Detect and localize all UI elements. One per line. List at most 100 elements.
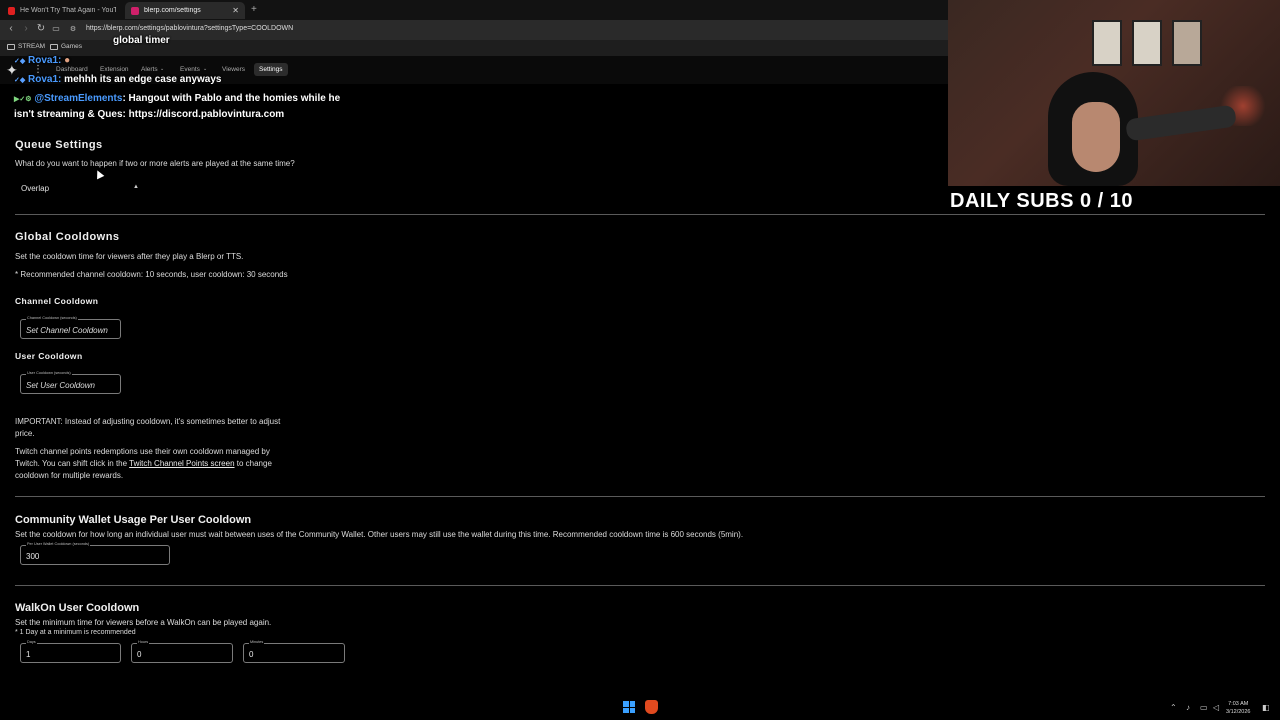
display-icon[interactable]: ▭ bbox=[1200, 703, 1208, 712]
badge-icon: ▶✓⚙ bbox=[14, 96, 32, 103]
wall-frame bbox=[1172, 20, 1202, 66]
folder-icon bbox=[50, 43, 58, 50]
system-clock[interactable]: 7:03 AM 3/12/2026 bbox=[1226, 700, 1250, 716]
microphone bbox=[1125, 104, 1237, 142]
brave-browser-icon[interactable] bbox=[645, 700, 658, 714]
forward-icon[interactable]: › bbox=[20, 23, 32, 34]
queue-question: What do you want to happen if two or mor… bbox=[15, 159, 295, 168]
twitch-note-text: Twitch. You can shift click in the bbox=[15, 459, 130, 468]
emote-icon: ● bbox=[64, 55, 71, 66]
badge-icon: ✓◆ bbox=[14, 77, 26, 84]
twitch-note-line2: Twitch. You can shift click in the Twitc… bbox=[15, 459, 272, 468]
field-value: 0 bbox=[249, 650, 254, 659]
chat-username: Rova1: bbox=[28, 55, 62, 66]
walkon-cooldown-desc: Set the minimum time for viewers before … bbox=[15, 618, 272, 627]
field-value: 300 bbox=[26, 552, 40, 561]
wall-frame bbox=[1132, 20, 1162, 66]
twitch-note-line1: Twitch channel points redemptions use th… bbox=[15, 447, 270, 456]
divider bbox=[15, 496, 1265, 497]
address-bar[interactable]: https://blerp.com/settings/pablovintura?… bbox=[86, 25, 293, 32]
new-tab-icon[interactable]: + bbox=[251, 4, 257, 15]
blerp-icon bbox=[131, 6, 139, 15]
channel-cooldown-field[interactable]: Channel Cooldown (seconds) Set Channel C… bbox=[20, 316, 121, 339]
browser-tab-bar: He Won't Try That Again - YouTube blerp.… bbox=[0, 0, 948, 20]
nav-dashboard[interactable]: Dashboard bbox=[56, 66, 88, 73]
walkon-cooldown-note: * 1 Day at a minimum is recommended bbox=[15, 629, 136, 636]
caret-up-icon: ▲ bbox=[133, 184, 139, 190]
bookmark-folder-games[interactable]: Games bbox=[50, 43, 82, 50]
site-settings-icon[interactable]: ⚙ bbox=[67, 25, 79, 33]
badge-icon: ✓◆ bbox=[14, 58, 26, 65]
back-icon[interactable]: ‹ bbox=[5, 23, 17, 34]
queue-mode-value: Overlap bbox=[21, 184, 50, 193]
bookmark-folder-stream[interactable]: STREAM bbox=[7, 43, 45, 50]
notification-icon[interactable]: ◧ bbox=[1262, 703, 1270, 712]
queue-mode-select[interactable]: Overlap ▲ bbox=[15, 182, 140, 196]
tab-blerp-settings[interactable]: blerp.com/settings ✕ bbox=[125, 2, 245, 19]
global-cooldowns-title: Global Cooldowns bbox=[15, 231, 120, 243]
field-label: Minutes bbox=[249, 640, 265, 644]
microphone-icon[interactable]: ♪ bbox=[1186, 703, 1190, 712]
field-label: Hours bbox=[137, 640, 150, 644]
chat-message: global timer bbox=[113, 35, 170, 46]
chevron-down-icon: ⌄ bbox=[160, 66, 165, 72]
close-icon[interactable]: ✕ bbox=[232, 6, 239, 15]
clock-time: 7:03 AM bbox=[1228, 701, 1249, 707]
nav-viewers[interactable]: Viewers bbox=[222, 66, 245, 73]
chat-username: @StreamElements bbox=[34, 93, 123, 104]
field-label: Channel Cooldown (seconds) bbox=[26, 316, 78, 320]
user-cooldown-title: User Cooldown bbox=[15, 351, 83, 361]
nav-extension[interactable]: Extension bbox=[100, 66, 129, 73]
chat-username: Rova1: bbox=[28, 74, 62, 85]
chat-message: isn't streaming & Ques: https://discord.… bbox=[14, 109, 285, 120]
nav-alerts[interactable]: Alerts bbox=[141, 66, 158, 73]
twitch-channel-points-link[interactable]: Twitch Channel Points screen bbox=[129, 459, 234, 468]
chat-line: ▶✓⚙ @StreamElements: Hangout with Pablo … bbox=[14, 93, 340, 104]
chat-line: isn't streaming & Ques: https://discord.… bbox=[14, 109, 284, 120]
chat-message: : Hangout with Pablo and the homies whil… bbox=[122, 93, 341, 104]
wallet-cooldown-field[interactable]: Per User Wallet Cooldown (seconds) 300 bbox=[20, 542, 170, 565]
windows-taskbar: ⌃ ♪ ▭ ◁ 7:03 AM 3/12/2026 ◧ bbox=[0, 696, 1280, 720]
chat-line: ✓◆ Rova1: mehhh its an edge case anyways bbox=[14, 74, 221, 85]
field-placeholder: Set Channel Cooldown bbox=[26, 326, 108, 335]
global-cooldowns-desc: Set the cooldown time for viewers after … bbox=[15, 252, 244, 261]
walkon-hours-field[interactable]: Hours 0 bbox=[131, 640, 233, 663]
chevron-down-icon: ⌄ bbox=[203, 66, 208, 72]
walkon-cooldown-title: WalkOn User Cooldown bbox=[15, 602, 140, 614]
field-value: 0 bbox=[137, 650, 142, 659]
user-cooldown-field[interactable]: User Cooldown (seconds) Set User Cooldow… bbox=[20, 371, 121, 394]
tab-youtube[interactable]: He Won't Try That Again - YouTube bbox=[2, 2, 122, 19]
wall-frame bbox=[1092, 20, 1122, 66]
queue-settings-title: Queue Settings bbox=[15, 139, 103, 151]
bookmark-icon[interactable]: ▭ bbox=[50, 24, 62, 33]
field-label: Per User Wallet Cooldown (seconds) bbox=[26, 542, 91, 546]
important-note-line1: IMPORTANT: Instead of adjusting cooldown… bbox=[15, 417, 281, 426]
youtube-icon bbox=[8, 6, 16, 15]
nav-events[interactable]: Events bbox=[180, 66, 200, 73]
divider bbox=[15, 585, 1265, 586]
windows-start-icon[interactable] bbox=[623, 701, 635, 713]
walkon-minutes-field[interactable]: Minutes 0 bbox=[243, 640, 345, 663]
channel-cooldown-title: Channel Cooldown bbox=[15, 296, 99, 306]
walkon-days-field[interactable]: Days 1 bbox=[20, 640, 121, 663]
clock-date: 3/12/2026 bbox=[1226, 709, 1251, 715]
divider bbox=[15, 214, 1265, 215]
reload-icon[interactable]: ↻ bbox=[35, 23, 47, 34]
bookmark-label: STREAM bbox=[18, 43, 46, 50]
volume-icon[interactable]: ◁ bbox=[1213, 703, 1219, 712]
field-placeholder: Set User Cooldown bbox=[26, 381, 95, 390]
nav-settings[interactable]: Settings bbox=[254, 63, 288, 76]
global-cooldowns-recommend: * Recommended channel cooldown: 10 secon… bbox=[15, 270, 288, 279]
chat-line: ✓◆ Rova1: ● bbox=[14, 55, 70, 66]
webcam-feed bbox=[948, 0, 1280, 186]
important-note-line2: price. bbox=[15, 429, 35, 438]
daily-subs-counter: DAILY SUBS 0 / 10 bbox=[950, 190, 1134, 212]
twitch-note-line3: cooldown for multiple rewards. bbox=[15, 471, 124, 480]
tray-overflow-icon[interactable]: ⌃ bbox=[1170, 703, 1177, 712]
folder-icon bbox=[7, 43, 15, 50]
wallet-cooldown-desc: Set the cooldown for how long an individ… bbox=[15, 530, 744, 539]
wallet-cooldown-title: Community Wallet Usage Per User Cooldown bbox=[15, 514, 252, 526]
field-label: Days bbox=[26, 640, 37, 644]
mouse-cursor-icon bbox=[93, 168, 105, 180]
field-value: 1 bbox=[26, 650, 31, 659]
